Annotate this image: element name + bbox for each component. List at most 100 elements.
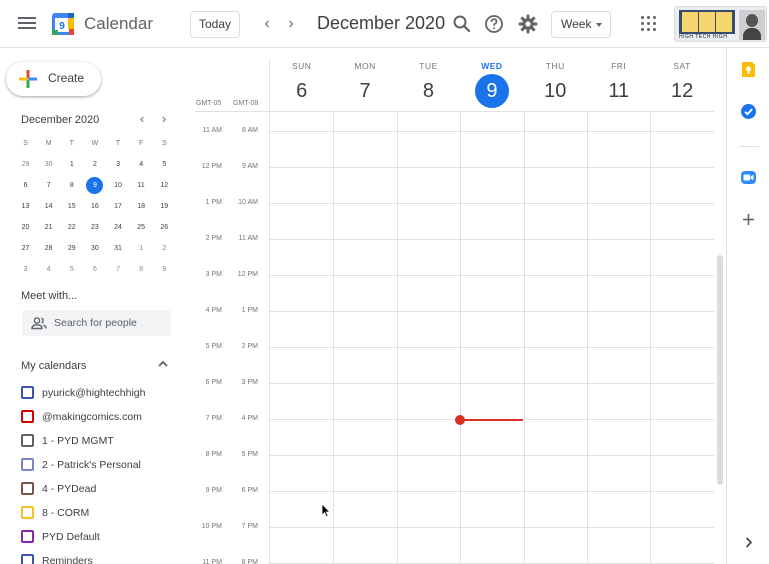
mini-calendar-day[interactable]: 6 bbox=[83, 259, 106, 280]
calendar-list-item[interactable]: PYD Default bbox=[21, 528, 191, 548]
calendar-list-item[interactable]: 2 - Patrick's Personal bbox=[21, 456, 191, 476]
day-name: TUE bbox=[419, 61, 438, 71]
mini-calendar-day[interactable]: 23 bbox=[83, 217, 106, 238]
create-button[interactable]: Create bbox=[6, 62, 101, 96]
mini-calendar-day[interactable]: 7 bbox=[37, 175, 60, 196]
settings-icon[interactable] bbox=[517, 13, 539, 35]
organization-logo[interactable]: HIGH TECH HIGH bbox=[674, 6, 767, 42]
menu-icon[interactable] bbox=[16, 14, 38, 34]
mini-calendar-prev-button[interactable]: ‹ bbox=[134, 111, 150, 127]
mini-calendar-day[interactable]: 30 bbox=[83, 238, 106, 259]
mini-calendar-day[interactable]: 25 bbox=[130, 217, 153, 238]
mini-calendar-day[interactable]: 1 bbox=[130, 238, 153, 259]
day-header-wed[interactable]: WED 9 bbox=[460, 60, 523, 108]
add-addon-icon[interactable] bbox=[740, 211, 757, 228]
mini-calendar-day[interactable]: 3 bbox=[107, 154, 130, 175]
scrollbar-thumb[interactable] bbox=[717, 255, 723, 485]
day-header-thu[interactable]: THU 10 bbox=[524, 60, 587, 104]
my-calendars-title[interactable]: My calendars bbox=[21, 360, 86, 372]
mini-calendar-day[interactable]: 2 bbox=[153, 238, 176, 259]
mini-calendar-day[interactable]: 14 bbox=[37, 196, 60, 217]
mini-calendar-day[interactable]: 15 bbox=[60, 196, 83, 217]
mini-calendar-day[interactable]: 4 bbox=[37, 259, 60, 280]
calendar-list-item[interactable]: Reminders bbox=[21, 552, 191, 564]
today-button[interactable]: Today bbox=[190, 11, 240, 38]
calendar-list-item[interactable]: 4 - PYDead bbox=[21, 480, 191, 500]
search-icon[interactable] bbox=[451, 13, 473, 35]
search-people-input[interactable]: Search for people bbox=[22, 310, 171, 336]
mini-calendar-day[interactable]: 18 bbox=[130, 196, 153, 217]
account-avatar[interactable] bbox=[739, 10, 765, 40]
mini-calendar-day[interactable]: 21 bbox=[37, 217, 60, 238]
calendar-checkbox[interactable] bbox=[21, 482, 34, 495]
mini-calendar-day[interactable]: 5 bbox=[153, 154, 176, 175]
calendar-checkbox[interactable] bbox=[21, 530, 34, 543]
mini-calendar-day[interactable]: 20 bbox=[14, 217, 37, 238]
mini-calendar-day[interactable]: 28 bbox=[37, 238, 60, 259]
calendar-list-item[interactable]: 1 - PYD MGMT bbox=[21, 432, 191, 452]
mini-calendar-day[interactable]: 4 bbox=[130, 154, 153, 175]
mini-calendar-day[interactable]: 8 bbox=[130, 259, 153, 280]
calendar-checkbox[interactable] bbox=[21, 434, 34, 447]
day-number[interactable]: 6 bbox=[270, 78, 333, 104]
mini-calendar-day[interactable]: 12 bbox=[153, 175, 176, 196]
view-selector[interactable]: Week bbox=[551, 11, 611, 38]
keep-icon[interactable] bbox=[740, 61, 757, 78]
mini-calendar-day[interactable]: 29 bbox=[14, 154, 37, 175]
chevron-up-icon[interactable] bbox=[156, 357, 170, 371]
mini-calendar-day[interactable]: 29 bbox=[60, 238, 83, 259]
mini-calendar-day[interactable]: 9 bbox=[83, 175, 106, 196]
mini-calendar-day[interactable]: 9 bbox=[153, 259, 176, 280]
mini-calendar-day[interactable]: 16 bbox=[83, 196, 106, 217]
day-number[interactable]: 11 bbox=[587, 78, 650, 104]
week-grid[interactable] bbox=[270, 112, 714, 564]
mini-calendar-day[interactable]: 2 bbox=[83, 154, 106, 175]
calendar-checkbox[interactable] bbox=[21, 554, 34, 564]
previous-week-button[interactable]: ‹ bbox=[257, 13, 277, 35]
day-header-sun[interactable]: SUN 6 bbox=[270, 60, 333, 104]
calendar-checkbox[interactable] bbox=[21, 386, 34, 399]
mini-calendar-day[interactable]: 22 bbox=[60, 217, 83, 238]
expand-panel-icon[interactable] bbox=[740, 534, 757, 551]
timezone-primary: GMT-05 bbox=[196, 100, 222, 107]
day-header-tue[interactable]: TUE 8 bbox=[397, 60, 460, 104]
next-week-button[interactable]: › bbox=[281, 13, 301, 35]
mini-calendar-day[interactable]: 5 bbox=[60, 259, 83, 280]
mini-calendar-day[interactable]: 10 bbox=[107, 175, 130, 196]
mini-calendar-day[interactable]: 24 bbox=[107, 217, 130, 238]
zoom-icon[interactable] bbox=[740, 169, 757, 186]
mini-calendar-day[interactable]: 30 bbox=[37, 154, 60, 175]
calendar-checkbox[interactable] bbox=[21, 458, 34, 471]
calendar-list-item[interactable]: pyurick@hightechhigh bbox=[21, 384, 191, 404]
mini-calendar-day[interactable]: 26 bbox=[153, 217, 176, 238]
calendar-list-item[interactable]: 8 - CORM bbox=[21, 504, 191, 524]
mini-calendar-day[interactable]: 31 bbox=[107, 238, 130, 259]
mini-calendar-day[interactable]: 13 bbox=[14, 196, 37, 217]
time-label-secondary: 2 PM bbox=[241, 343, 258, 350]
day-header-mon[interactable]: MON 7 bbox=[333, 60, 396, 104]
mini-calendar-day[interactable]: 3 bbox=[14, 259, 37, 280]
calendar-checkbox[interactable] bbox=[21, 410, 34, 423]
day-number[interactable]: 8 bbox=[397, 78, 460, 104]
mini-calendar-day[interactable]: 19 bbox=[153, 196, 176, 217]
calendar-list-item[interactable]: @makingcomics.com bbox=[21, 408, 191, 428]
mini-calendar-day[interactable]: 1 bbox=[60, 154, 83, 175]
tasks-icon[interactable] bbox=[740, 103, 757, 120]
calendar-logo-icon[interactable]: 9 bbox=[51, 12, 75, 36]
day-header-sat[interactable]: SAT 12 bbox=[650, 60, 713, 104]
calendar-checkbox[interactable] bbox=[21, 506, 34, 519]
day-number[interactable]: 7 bbox=[333, 78, 396, 104]
mini-calendar-day[interactable]: 27 bbox=[14, 238, 37, 259]
apps-icon[interactable] bbox=[641, 16, 657, 32]
day-header-fri[interactable]: FRI 11 bbox=[587, 60, 650, 104]
mini-calendar-day[interactable]: 17 bbox=[107, 196, 130, 217]
mini-calendar-day[interactable]: 8 bbox=[60, 175, 83, 196]
mini-calendar-day[interactable]: 11 bbox=[130, 175, 153, 196]
day-number[interactable]: 12 bbox=[650, 78, 713, 104]
day-number[interactable]: 9 bbox=[460, 74, 523, 108]
mini-calendar-day[interactable]: 6 bbox=[14, 175, 37, 196]
mini-calendar-day[interactable]: 7 bbox=[107, 259, 130, 280]
day-number[interactable]: 10 bbox=[524, 78, 587, 104]
help-icon[interactable] bbox=[483, 13, 505, 35]
mini-calendar-next-button[interactable]: › bbox=[156, 111, 172, 127]
